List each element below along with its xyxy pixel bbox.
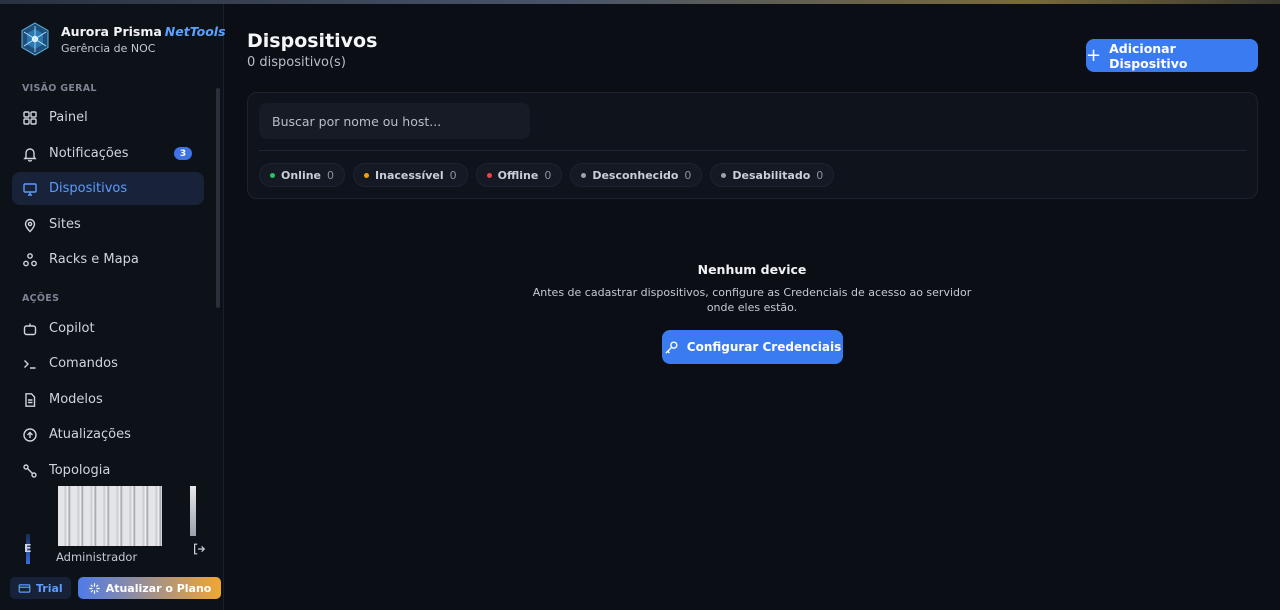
filter-inacessivel[interactable]: Inacessível 0 [353,163,468,187]
filter-label: Desabilitado [732,168,811,182]
sidebar-item-label: Comandos [49,356,118,371]
sidebar-item-label: Dispositivos [49,181,128,196]
sidebar-item-label: Notificações [49,146,129,161]
sidebar-item-label: Atualizações [49,427,131,442]
sidebar-item-label: Racks e Mapa [49,252,139,267]
brand-subtitle: Gerência de NOC [61,41,156,55]
sidebar-item-modelos[interactable]: Modelos [12,383,204,416]
filter-offline[interactable]: Offline 0 [475,163,563,187]
topology-icon [22,463,38,479]
document-icon [22,392,38,408]
sidebar-item-dispositivos[interactable]: Dispositivos [12,172,204,205]
upgrade-plan-button[interactable]: Atualizar o Plano [77,577,222,599]
monitor-icon [22,181,38,197]
sidebar-item-label: Modelos [49,392,103,407]
user-role: Administrador [56,550,138,564]
section-label-overview: VISÃO GERAL [22,83,97,94]
sidebar-item-notificacoes[interactable]: Notificações 3 [12,137,204,170]
redacted-user-info [58,486,162,546]
filter-count: 0 [684,168,692,182]
empty-state-description: Antes de cadastrar dispositivos, configu… [527,285,977,315]
avatar-initial: E [24,542,32,555]
filter-label: Online [281,168,322,182]
status-dot [270,172,275,178]
logo-icon [21,22,49,56]
filter-count: 0 [544,168,552,182]
empty-state-description-line1: Antes de cadastrar dispositivos, configu… [532,286,972,299]
card-icon [18,583,31,593]
sidebar-item-comandos[interactable]: Comandos [12,347,204,380]
status-dot [721,172,727,178]
brand-title: Aurora Prisma NetTools [61,24,226,39]
sparkle-icon [88,582,100,594]
filter-desabilitado[interactable]: Desabilitado 0 [710,163,835,187]
section-label-actions: AÇÕES [22,293,60,304]
empty-state-description-line2: onde eles estão. [706,301,798,314]
brand-name: Aurora Prisma [61,23,162,39]
key-icon [665,340,678,354]
logout-icon[interactable] [192,542,206,556]
plan-row: Trial Atualizar o Plano [10,577,222,599]
filter-count: 0 [327,168,335,182]
device-count: 0 dispositivo(s) [247,55,346,70]
configure-credentials-button[interactable]: Configurar Credenciais [662,330,843,364]
map-pin-icon [22,217,38,233]
bell-icon [22,146,38,162]
sidebar-item-label: Copilot [49,321,95,336]
sidebar-item-label: Sites [49,217,81,232]
sidebar-item-painel[interactable]: Painel [12,101,204,134]
bot-icon [22,321,38,337]
sidebar-scrollbar[interactable] [216,88,220,308]
status-dot [364,172,370,178]
status-dot [486,172,492,178]
sidebar: Aurora Prisma NetTools Gerência de NOC VI… [0,4,226,610]
configure-credentials-label: Configurar Credenciais [686,340,842,354]
filter-label: Desconhecido [592,168,679,182]
filter-card: Online 0 Inacessível 0 Offline 0 Desconh… [247,92,1258,199]
add-device-button[interactable]: + Adicionar Dispositivo [1086,39,1258,72]
sidebar-item-racks-e-mapa[interactable]: Racks e Mapa [12,243,204,276]
filter-count: 0 [816,168,824,182]
arrow-up-circle-icon [22,427,38,443]
brand-product: NetTools [164,23,226,39]
filter-count: 0 [449,168,457,182]
page-title: Dispositivos [247,30,378,52]
upgrade-label: Atualizar o Plano [105,581,212,595]
add-device-label: Adicionar Dispositivo [1109,40,1188,71]
filter-label: Offline [497,168,539,182]
trial-button[interactable]: Trial [10,577,71,599]
sidebar-item-copilot[interactable]: Copilot [12,312,204,345]
sidebar-item-label: Painel [49,110,88,125]
filter-desconhecido[interactable]: Desconhecido 0 [570,163,703,187]
empty-state-title: Nenhum device [697,262,807,277]
status-dot [581,172,587,178]
plus-icon: + [1086,44,1102,66]
status-filters: Online 0 Inacessível 0 Offline 0 Desconh… [259,163,842,187]
search-input[interactable] [259,103,530,139]
user-profile[interactable]: E Administrador [10,484,214,566]
sidebar-item-atualizacoes[interactable]: Atualizações [12,418,204,451]
trial-label: Trial [36,581,63,595]
filter-label: Inacessível [375,168,444,182]
sidebar-item-label: Topologia [49,463,111,478]
grid-icon [22,110,38,126]
notification-count-badge: 3 [174,147,192,160]
divider [259,150,1247,151]
terminal-icon [22,356,38,372]
sidebar-item-topologia[interactable]: Topologia [12,454,204,487]
filter-online[interactable]: Online 0 [259,163,346,187]
nodes-icon [22,252,38,268]
brand[interactable]: Aurora Prisma NetTools Gerência de NOC [20,22,226,56]
redacted-user-info-fragment [190,486,196,536]
sidebar-item-sites[interactable]: Sites [12,208,204,241]
